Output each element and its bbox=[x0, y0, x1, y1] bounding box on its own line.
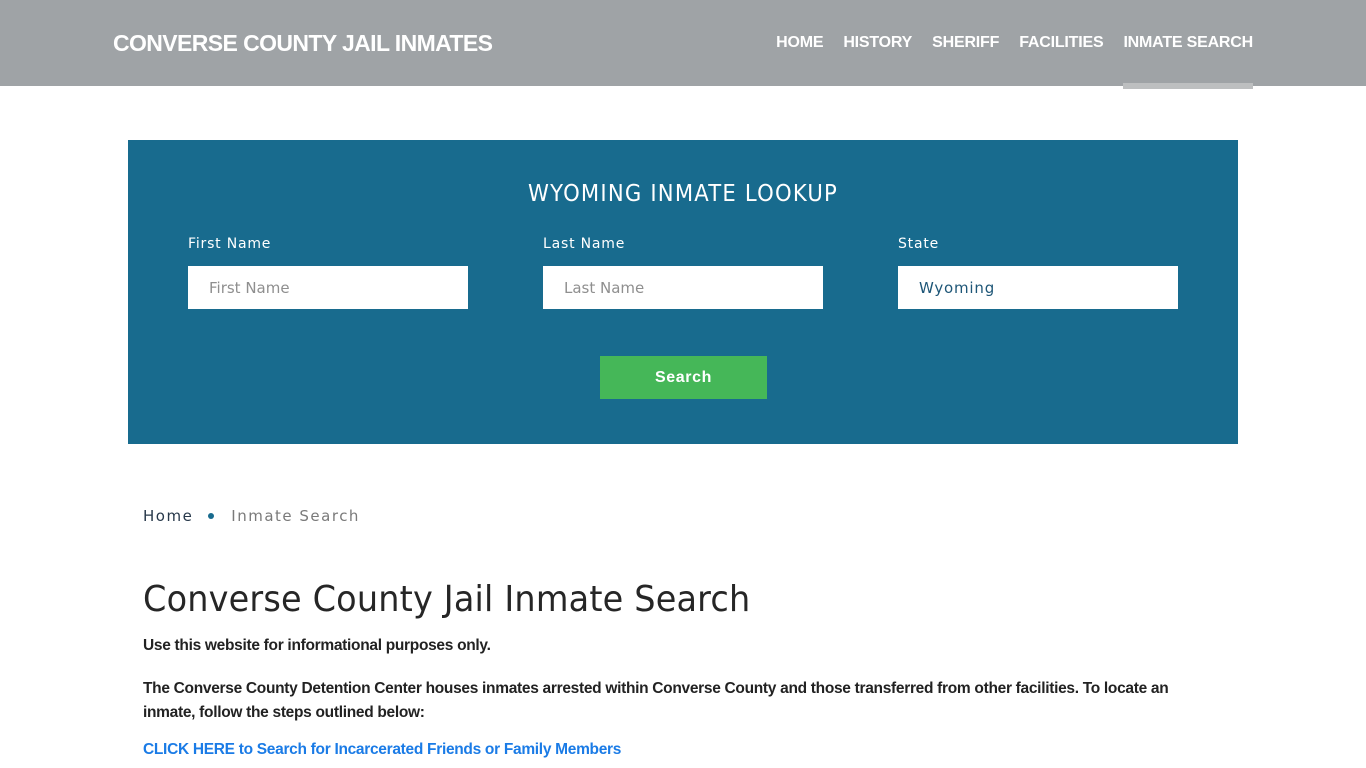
last-name-group: Last Name bbox=[543, 236, 823, 309]
main-nav: HOME HISTORY SHERIFF FACILITIES INMATE S… bbox=[756, 0, 1253, 89]
first-name-group: First Name bbox=[188, 236, 468, 309]
lookup-title: WYOMING INMATE LOOKUP bbox=[527, 181, 838, 207]
first-name-input[interactable] bbox=[188, 266, 468, 309]
page-title: Converse County Jail Inmate Search bbox=[143, 579, 751, 620]
state-group: State bbox=[898, 236, 1178, 309]
nav-sheriff[interactable]: SHERIFF bbox=[932, 0, 999, 89]
nav-home[interactable]: HOME bbox=[776, 0, 823, 89]
nav-facilities[interactable]: FACILITIES bbox=[1019, 0, 1103, 89]
state-input[interactable] bbox=[898, 266, 1178, 309]
inmate-lookup-panel: WYOMING INMATE LOOKUP First Name Last Na… bbox=[128, 140, 1238, 444]
site-header: CONVERSE COUNTY JAIL INMATES HOME HISTOR… bbox=[0, 0, 1366, 89]
search-button[interactable]: Search bbox=[600, 356, 767, 399]
nav-inmate-search[interactable]: INMATE SEARCH bbox=[1123, 0, 1253, 89]
nav-history[interactable]: HISTORY bbox=[843, 0, 912, 89]
last-name-input[interactable] bbox=[543, 266, 823, 309]
disclaimer-text: Use this website for informational purpo… bbox=[143, 637, 491, 654]
breadcrumb-separator-icon bbox=[208, 513, 215, 519]
breadcrumb: Home Inmate Search bbox=[143, 507, 360, 525]
state-label: State bbox=[898, 236, 940, 252]
intro-text: The Converse County Detention Center hou… bbox=[143, 680, 1169, 721]
breadcrumb-current: Inmate Search bbox=[231, 507, 360, 525]
last-name-label: Last Name bbox=[543, 236, 626, 252]
search-friends-link[interactable]: CLICK HERE to Search for Incarcerated Fr… bbox=[143, 741, 621, 759]
site-logo-link[interactable]: CONVERSE COUNTY JAIL INMATES bbox=[113, 30, 493, 57]
breadcrumb-home[interactable]: Home bbox=[143, 507, 193, 525]
first-name-label: First Name bbox=[188, 236, 272, 252]
